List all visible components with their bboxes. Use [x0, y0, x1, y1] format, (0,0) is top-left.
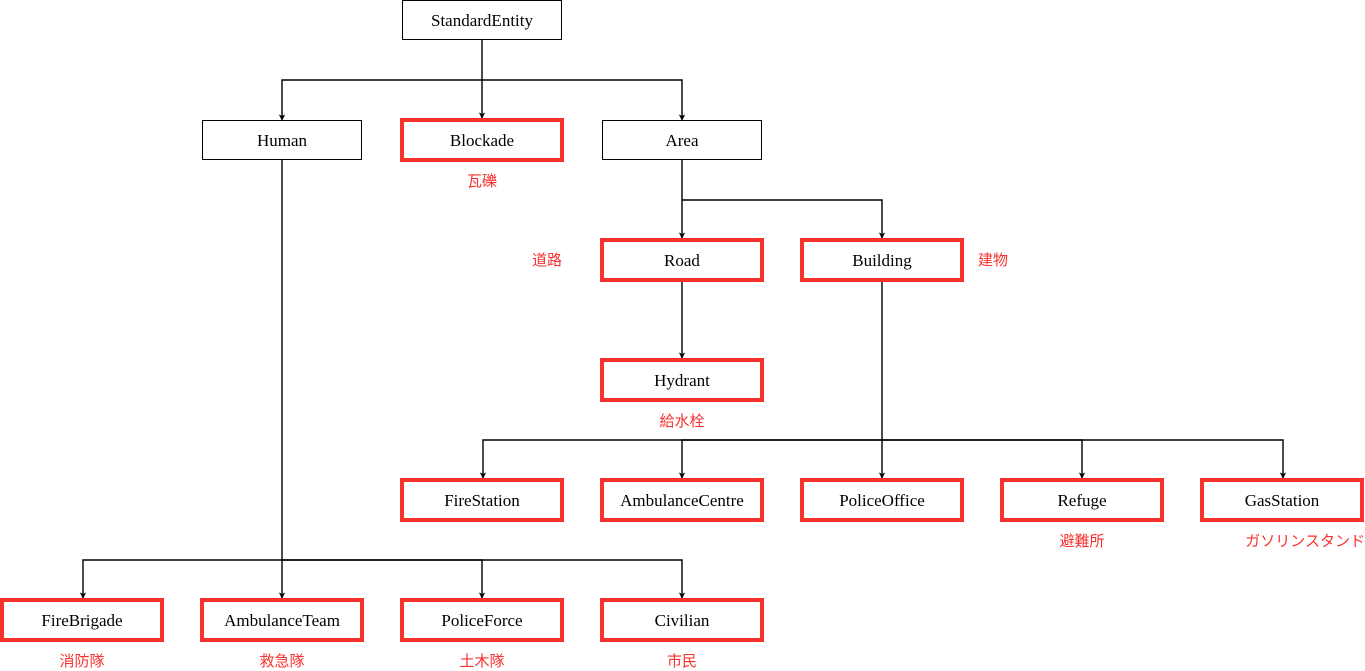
class-node-civilian[interactable]: Civilian — [600, 598, 764, 642]
edge-standardentity-area — [482, 79, 686, 121]
japanese-annotation-building: 建物 — [978, 251, 1009, 269]
class-node-building[interactable]: Building — [800, 238, 964, 282]
class-node-label: Blockade — [449, 130, 515, 150]
class-node-label: Hydrant — [654, 370, 710, 390]
class-node-label: Human — [256, 130, 308, 150]
class-node-standardentity[interactable]: StandardEntity — [402, 0, 562, 40]
class-node-firestation[interactable]: FireStation — [400, 478, 564, 522]
class-node-label: Area — [665, 130, 699, 150]
class-node-human[interactable]: Human — [202, 120, 362, 160]
class-node-road[interactable]: Road — [600, 238, 764, 282]
edge-human-civilian — [282, 559, 686, 599]
class-hierarchy-diagram: StandardEntity Human Blockade Area Road Build… — [0, 0, 1365, 671]
class-node-label: Road — [664, 250, 700, 270]
class-node-hydrant[interactable]: Hydrant — [600, 358, 764, 402]
japanese-annotation-ambulanceteam: 救急隊 — [259, 652, 305, 670]
edge-human-firebrigade — [79, 559, 282, 599]
japanese-annotation-policeforce: 土木隊 — [459, 652, 505, 670]
class-node-label: GasStation — [1244, 490, 1320, 510]
class-node-policeforce[interactable]: PoliceForce — [400, 598, 564, 642]
class-node-ambulancecentre[interactable]: AmbulanceCentre — [600, 478, 764, 522]
class-node-label: Building — [852, 250, 912, 270]
class-node-label: Refuge — [1057, 490, 1107, 510]
class-node-label: AmbulanceCentre — [620, 490, 744, 510]
edge-building-refuge — [882, 439, 1086, 479]
edge-standardentity-human — [278, 79, 482, 121]
class-node-gasstation[interactable]: GasStation — [1200, 478, 1364, 522]
japanese-annotation-gasstation: ガソリンスタンド — [1245, 532, 1365, 550]
edge-building-gasstation — [882, 439, 1287, 479]
class-node-refuge[interactable]: Refuge — [1000, 478, 1164, 522]
edge-building-ambulancecentre — [678, 439, 882, 479]
class-node-label: FireBrigade — [41, 610, 123, 630]
japanese-annotation-civilian: 市民 — [666, 652, 698, 670]
japanese-annotation-road: 道路 — [531, 251, 562, 269]
class-node-label: AmbulanceTeam — [224, 610, 340, 630]
class-node-firebrigade[interactable]: FireBrigade — [0, 598, 164, 642]
class-node-ambulanceteam[interactable]: AmbulanceTeam — [200, 598, 364, 642]
edge-human-policeforce — [282, 559, 486, 599]
edge-area-building — [682, 199, 886, 239]
japanese-annotation-firebrigade: 消防隊 — [59, 652, 105, 670]
class-node-policeoffice[interactable]: PoliceOffice — [800, 478, 964, 522]
class-node-label: PoliceOffice — [839, 490, 925, 510]
japanese-annotation-hydrant: 給水栓 — [659, 412, 705, 430]
edge-building-firestation — [479, 439, 882, 479]
class-node-label: StandardEntity — [431, 10, 533, 30]
class-node-label: FireStation — [444, 490, 520, 510]
class-node-blockade[interactable]: Blockade — [400, 118, 564, 162]
class-node-area[interactable]: Area — [602, 120, 762, 160]
japanese-annotation-blockade: 瓦礫 — [466, 172, 498, 190]
edge-layer — [79, 40, 1287, 599]
japanese-annotation-refuge: 避難所 — [1059, 532, 1105, 550]
class-node-label: PoliceForce — [441, 610, 523, 630]
class-node-label: Civilian — [654, 610, 710, 630]
